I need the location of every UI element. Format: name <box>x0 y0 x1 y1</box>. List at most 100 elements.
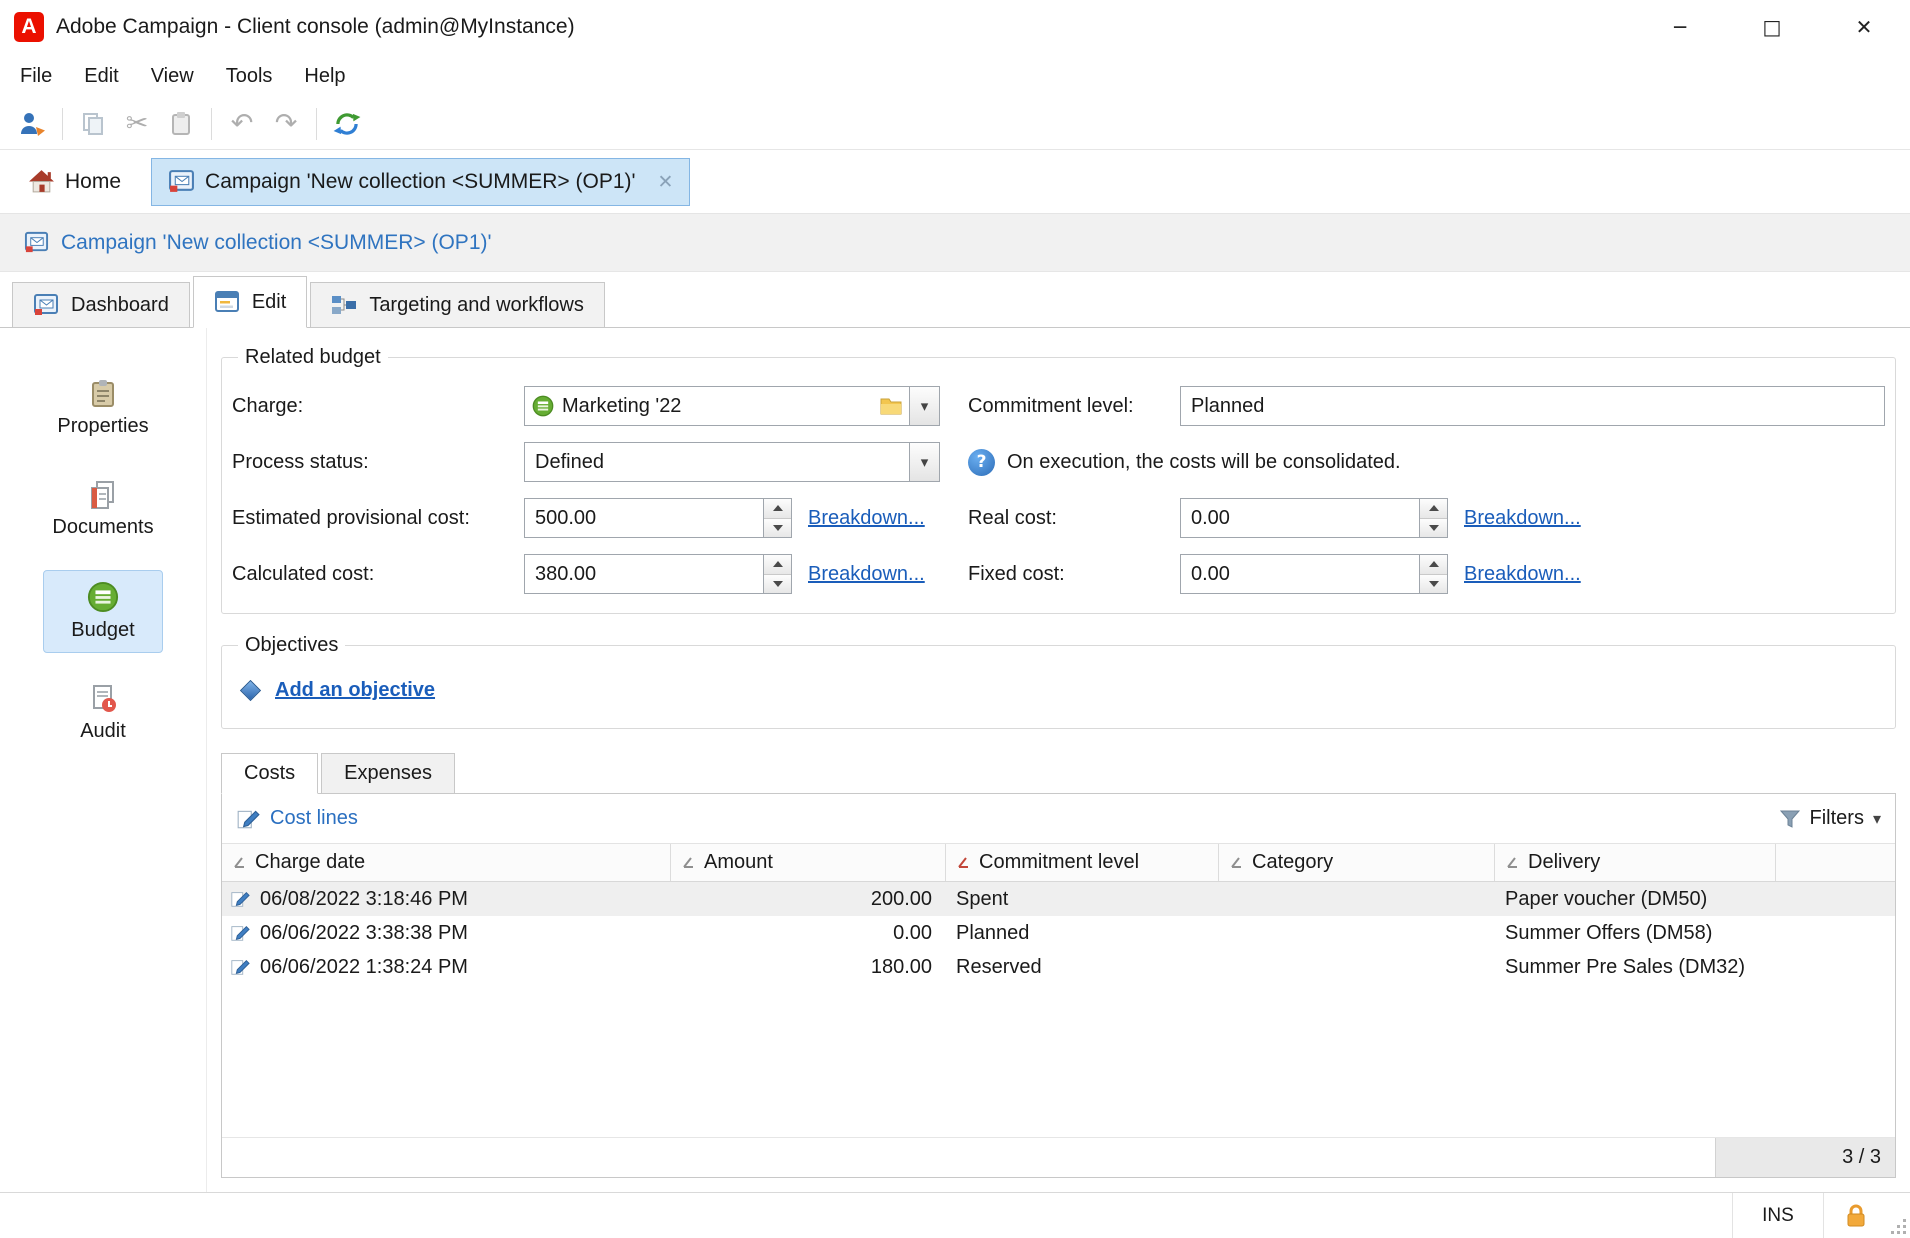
cut-button[interactable]: ✂ <box>115 103 159 145</box>
calculated-cost-value[interactable]: 380.00 <box>525 555 763 593</box>
estimated-breakdown-link[interactable]: Breakdown... <box>808 507 925 530</box>
tab-targeting[interactable]: Targeting and workflows <box>310 282 605 328</box>
menu-tools[interactable]: Tools <box>210 59 289 94</box>
commitment-level-input[interactable]: Planned <box>1180 386 1885 426</box>
sidebar-item-label: Budget <box>71 619 135 641</box>
sidebar-item-label: Audit <box>80 720 126 742</box>
real-breakdown-link[interactable]: Breakdown... <box>1464 507 1581 530</box>
cell-charge-date: 06/06/2022 1:38:24 PM <box>260 955 468 978</box>
fixed-cost-input[interactable]: 0.00 <box>1180 554 1448 594</box>
edit-pencil-icon <box>231 959 250 975</box>
estimated-cost-input[interactable]: 500.00 <box>524 498 792 538</box>
column-header-delivery[interactable]: Delivery <box>1495 844 1776 881</box>
breadcrumb: Campaign 'New collection <SUMMER> (OP1)' <box>0 214 1910 272</box>
undo-button[interactable]: ↶ <box>220 103 264 145</box>
sidebar-item-properties[interactable]: Properties <box>40 368 165 449</box>
real-cost-value[interactable]: 0.00 <box>1181 499 1419 537</box>
tab-edit-label: Edit <box>251 290 287 313</box>
estimated-cost-label: Estimated provisional cost: <box>232 506 470 529</box>
spinner-up-button[interactable] <box>1420 555 1447 575</box>
resize-grip[interactable] <box>1888 1193 1910 1238</box>
column-header-amount[interactable]: Amount <box>671 844 946 881</box>
connection-button[interactable] <box>10 103 54 145</box>
spinner-up-button[interactable] <box>764 555 791 575</box>
cell-commitment-level: Spent <box>956 887 1009 910</box>
column-header-commitment-level[interactable]: Commitment level <box>946 844 1219 881</box>
consolidation-help-text: On execution, the costs will be consolid… <box>1007 450 1401 473</box>
real-cost-input[interactable]: 0.00 <box>1180 498 1448 538</box>
sort-icon <box>683 857 693 868</box>
process-status-select[interactable]: Defined ▾ <box>524 442 940 482</box>
table-row[interactable]: 06/06/2022 1:38:24 PM 180.00 Reserved Su… <box>222 950 1895 984</box>
tab-expenses[interactable]: Expenses <box>321 753 455 794</box>
column-label: Commitment level <box>979 851 1140 873</box>
tab-dashboard-label: Dashboard <box>71 293 169 316</box>
commitment-level-label: Commitment level: <box>968 394 1134 417</box>
add-objective-link[interactable]: Add an objective <box>275 679 435 702</box>
status-bar: INS <box>0 1192 1910 1238</box>
calculated-breakdown-link[interactable]: Breakdown... <box>808 563 925 586</box>
spinner-down-button[interactable] <box>764 574 791 593</box>
help-icon[interactable]: ? <box>968 448 995 476</box>
home-button[interactable]: Home <box>12 168 137 195</box>
maximize-button[interactable]: □ <box>1726 0 1818 54</box>
sidebar-item-budget[interactable]: Budget <box>43 570 163 653</box>
table-footer: 3 / 3 <box>222 1137 1895 1177</box>
charge-field[interactable]: Marketing '22 ▾ <box>524 386 940 426</box>
fixed-breakdown-link[interactable]: Breakdown... <box>1464 563 1581 586</box>
campaign-icon <box>24 231 49 253</box>
sidebar-item-audit[interactable]: Audit <box>43 673 163 754</box>
process-status-label: Process status: <box>232 450 369 473</box>
sort-icon <box>1507 857 1517 868</box>
table-row[interactable]: 06/08/2022 3:18:46 PM 200.00 Spent Paper… <box>222 882 1895 916</box>
fixed-cost-value[interactable]: 0.00 <box>1181 555 1419 593</box>
sidebar: Properties Documents Budget Audit <box>0 328 207 1192</box>
copy-icon <box>83 112 103 135</box>
process-status-dropdown-button[interactable]: ▾ <box>909 443 939 481</box>
spinner-down-button[interactable] <box>1420 574 1447 593</box>
menu-edit[interactable]: Edit <box>68 59 134 94</box>
menu-help[interactable]: Help <box>288 59 361 94</box>
tab-targeting-label: Targeting and workflows <box>369 293 584 316</box>
objectives-title: Objectives <box>245 634 339 656</box>
charge-folder-button[interactable] <box>873 387 909 425</box>
costs-toolbar: Cost lines Filters ▾ <box>222 794 1895 844</box>
campaign-tab[interactable]: Campaign 'New collection <SUMMER> (OP1)'… <box>151 157 691 206</box>
toolbar-separator <box>62 107 63 140</box>
tab-close-icon[interactable]: ✕ <box>658 171 674 193</box>
table-row[interactable]: 06/06/2022 3:38:38 PM 0.00 Planned Summe… <box>222 916 1895 950</box>
column-header-category[interactable]: Category <box>1219 844 1495 881</box>
cell-amount: 0.00 <box>893 921 932 944</box>
spinner-up-button[interactable] <box>1420 499 1447 519</box>
workflow-icon <box>332 296 357 314</box>
budget-icon <box>532 395 554 417</box>
calculated-cost-input[interactable]: 380.00 <box>524 554 792 594</box>
sidebar-item-documents[interactable]: Documents <box>35 469 170 550</box>
estimated-cost-value[interactable]: 500.00 <box>525 499 763 537</box>
spinner-up-button[interactable] <box>764 499 791 519</box>
column-header-charge-date[interactable]: Charge date <box>222 844 671 881</box>
spinner-down-button[interactable] <box>764 518 791 537</box>
charge-dropdown-button[interactable]: ▾ <box>909 387 939 425</box>
menu-file[interactable]: File <box>4 59 68 94</box>
refresh-button[interactable] <box>325 103 369 145</box>
dashboard-icon <box>34 294 58 315</box>
cost-lines-button[interactable]: Cost lines <box>236 807 358 831</box>
budget-icon <box>87 581 119 613</box>
breadcrumb-link[interactable]: Campaign 'New collection <SUMMER> (OP1)' <box>61 231 492 255</box>
redo-button[interactable]: ↷ <box>264 103 308 145</box>
tab-dashboard[interactable]: Dashboard <box>12 282 190 328</box>
cut-icon: ✂ <box>125 108 149 139</box>
tab-edit[interactable]: Edit <box>192 276 308 328</box>
copy-button[interactable] <box>71 103 115 145</box>
minimize-button[interactable]: ─ <box>1634 0 1726 54</box>
menu-view[interactable]: View <box>135 59 210 94</box>
close-button[interactable]: ✕ <box>1818 0 1910 54</box>
objectives-group: Objectives Add an objective <box>221 634 1896 729</box>
filters-button[interactable]: Filters ▾ <box>1779 807 1881 830</box>
cell-amount: 200.00 <box>870 887 932 910</box>
paste-button[interactable] <box>159 103 203 145</box>
tab-costs[interactable]: Costs <box>221 753 319 794</box>
spinner-down-button[interactable] <box>1420 518 1447 537</box>
charge-value[interactable]: Marketing '22 <box>554 395 873 418</box>
